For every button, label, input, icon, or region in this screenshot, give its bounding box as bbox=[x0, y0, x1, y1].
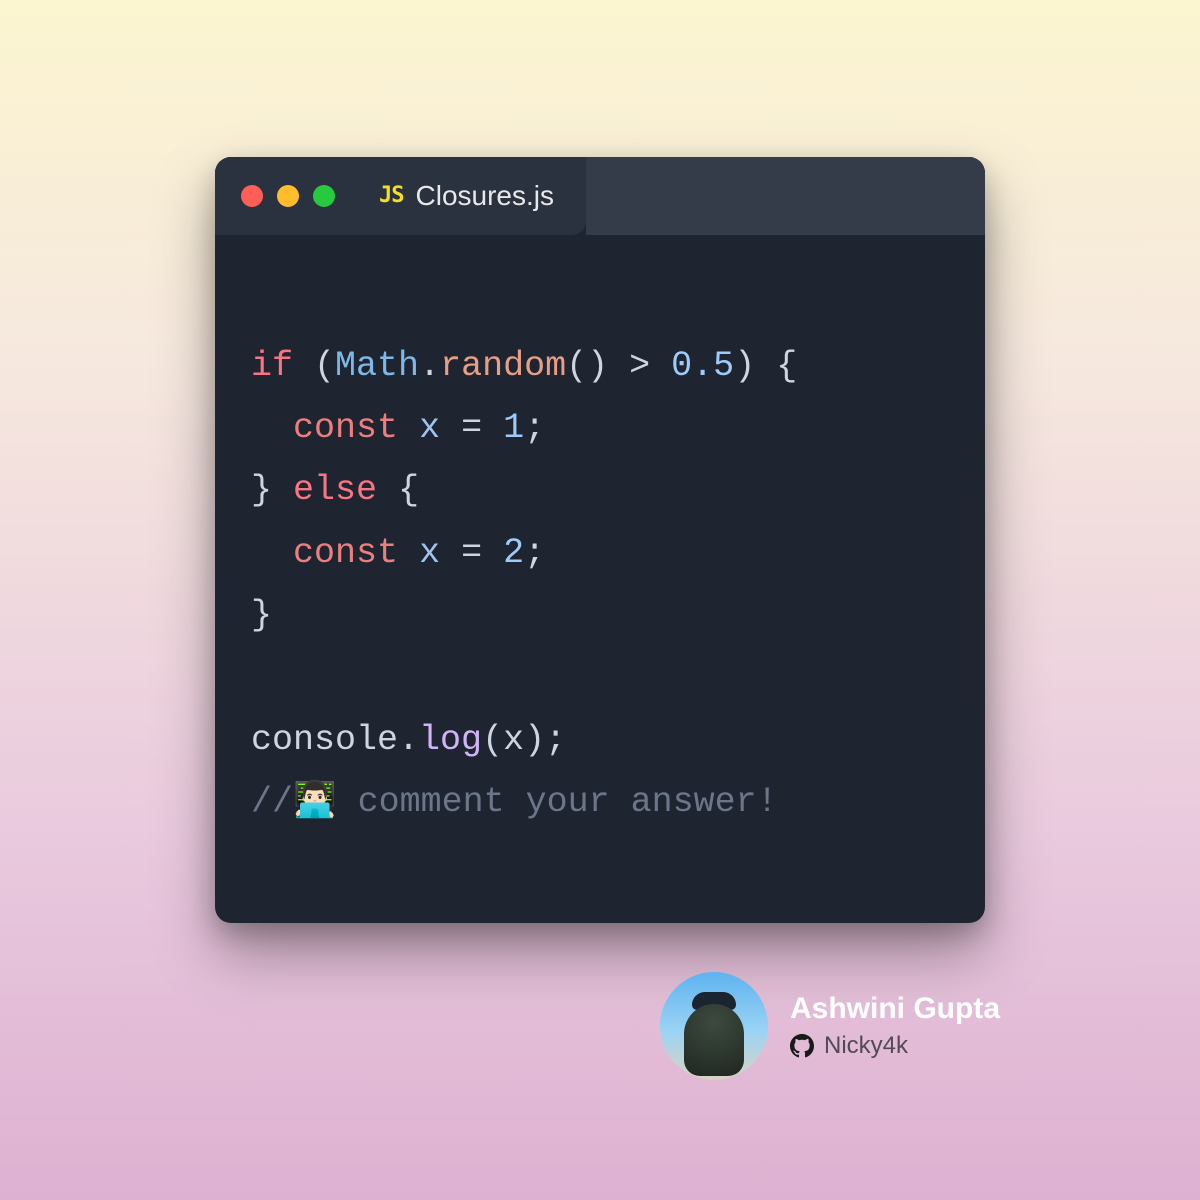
token-const: const bbox=[293, 408, 398, 448]
token-log: log bbox=[419, 720, 482, 760]
tab-closures[interactable]: JS Closures.js bbox=[357, 157, 586, 235]
token-console: console bbox=[251, 720, 398, 760]
token-var-x: x bbox=[419, 408, 440, 448]
author-name: Ashwini Gupta bbox=[790, 992, 1000, 1026]
token-math: Math bbox=[335, 346, 419, 386]
author-handle-row: Nicky4k bbox=[790, 1032, 1000, 1060]
code-window: JS Closures.js if (Math.random() > 0.5) … bbox=[215, 157, 985, 923]
title-bar-spacer bbox=[586, 157, 985, 235]
tab-title: Closures.js bbox=[416, 180, 554, 212]
maximize-icon[interactable] bbox=[313, 185, 335, 207]
traffic-lights bbox=[215, 157, 357, 235]
author-handle: Nicky4k bbox=[824, 1032, 908, 1060]
token-else: else bbox=[293, 470, 377, 510]
js-file-icon: JS bbox=[379, 183, 404, 208]
token-comment: //👨🏻‍💻 comment your answer! bbox=[251, 782, 778, 822]
token-random: random bbox=[440, 346, 566, 386]
window-title-bar: JS Closures.js bbox=[215, 157, 985, 235]
github-icon bbox=[790, 1034, 814, 1058]
minimize-icon[interactable] bbox=[277, 185, 299, 207]
code-content: if (Math.random() > 0.5) { const x = 1; … bbox=[215, 235, 985, 923]
author-attribution: Ashwini Gupta Nicky4k bbox=[660, 972, 1000, 1080]
token-if: if bbox=[251, 346, 293, 386]
token-num: 0.5 bbox=[671, 346, 734, 386]
author-text: Ashwini Gupta Nicky4k bbox=[790, 992, 1000, 1060]
close-icon[interactable] bbox=[241, 185, 263, 207]
avatar bbox=[660, 972, 768, 1080]
